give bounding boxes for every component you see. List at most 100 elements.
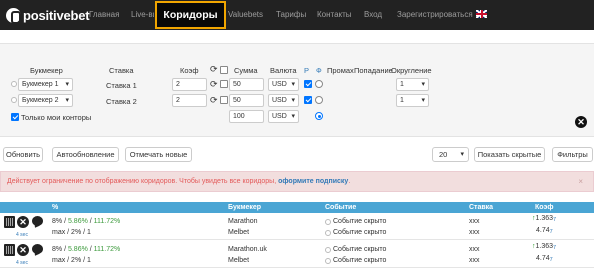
bookmaker-1-select[interactable]: Букмекер 1 ▾ (18, 78, 73, 91)
p-1-checkbox[interactable] (304, 80, 312, 88)
refresh-button[interactable]: Обновить (3, 147, 43, 162)
coef-1-cell[interactable]: ↑1.3637 (532, 242, 556, 253)
calculator-icon[interactable] (4, 244, 15, 256)
phi-total-radio[interactable] (315, 112, 323, 120)
header-bet: Ставка (109, 66, 134, 75)
close-calculator-icon[interactable]: ✕ (575, 116, 587, 128)
hide-icon[interactable]: ✕ (17, 244, 29, 256)
col-bet[interactable]: Ставка (469, 202, 493, 213)
header-hit: Попадание (354, 66, 393, 75)
coef-2-input[interactable]: 2 (172, 94, 207, 107)
nav-home[interactable]: Главная (89, 0, 119, 30)
comment-icon[interactable] (32, 216, 43, 226)
bookmaker-2-cell[interactable]: Melbet (228, 256, 249, 265)
nav-login[interactable]: Вход (364, 0, 382, 30)
sync-coef-icon[interactable]: ⟳ (210, 65, 218, 74)
bookmaker-1-cell[interactable]: Marathon (228, 217, 258, 226)
coef-2-cell[interactable]: 4.747 (536, 254, 553, 265)
close-alert-icon[interactable]: × (578, 172, 583, 191)
alert-tail: . (348, 178, 351, 185)
nav-corridors-active[interactable]: Коридоры (155, 1, 226, 29)
currency-1-select[interactable]: USD ▾ (268, 78, 299, 91)
phi-1-radio[interactable] (315, 80, 323, 88)
bookmaker-2-select[interactable]: Букмекер 2 ▾ (18, 94, 73, 107)
header-phi: Ф (316, 66, 322, 75)
alert-text: Действует ограничение по отображению кор… (7, 178, 277, 185)
bet-2-label: Ставка 2 (106, 97, 137, 106)
filters-button[interactable]: Фильтры (552, 147, 593, 162)
coef-2-cell[interactable]: 4.747 (536, 226, 553, 237)
rounding-2-select[interactable]: 1 ▾ (396, 94, 429, 107)
event-1-cell: Событие скрыто (333, 246, 387, 253)
age-label: 4 sec (16, 260, 28, 266)
phi-2-radio[interactable] (315, 96, 323, 104)
col-percent[interactable]: % (52, 202, 58, 213)
mark-new-button[interactable]: Отмечать новые (125, 147, 192, 162)
age-label: 4 sec (16, 232, 28, 238)
params-cell: max / 2% / 1 (52, 229, 91, 236)
event-2-radio[interactable] (325, 230, 331, 236)
bet-1-label: Ставка 1 (106, 81, 137, 90)
fix-coef-2-checkbox[interactable] (220, 96, 228, 104)
params-cell: max / 2% / 1 (52, 257, 91, 264)
header-p: P (304, 66, 310, 75)
nav-live-forks[interactable]: Live-вилки (131, 0, 154, 30)
calculator-icon[interactable] (4, 216, 15, 228)
nav-contacts[interactable]: Контакты (317, 0, 352, 30)
p-2-checkbox[interactable] (304, 96, 312, 104)
sum-1-input[interactable]: 50 (229, 78, 264, 91)
header-bookmaker: Букмекер (30, 66, 63, 75)
bet-2-cell: xxx (469, 229, 480, 236)
logo-icon (6, 7, 21, 24)
table-row[interactable]: ✕ 4 sec 8% / 5.86% / 111.72% max / 2% / … (0, 241, 594, 268)
bookmaker-2-cell[interactable]: Melbet (228, 228, 249, 237)
subscribe-link[interactable]: оформите подписку (278, 178, 348, 185)
only-mine-checkbox[interactable] (11, 113, 19, 121)
hide-icon[interactable]: ✕ (17, 216, 29, 228)
sum-2-input[interactable]: 50 (229, 94, 264, 107)
english-flag-icon[interactable] (476, 10, 487, 18)
total-currency-select[interactable]: USD ▾ (268, 110, 299, 123)
event-1-radio[interactable] (325, 247, 331, 253)
header-rounding: Округление (391, 66, 432, 75)
nav-register[interactable]: Зарегистрироваться (397, 0, 473, 30)
col-event[interactable]: Событие (325, 202, 356, 213)
header-coef: Коэф (180, 66, 199, 75)
nav-valuebets[interactable]: Valuebets (228, 0, 263, 30)
comment-icon[interactable] (32, 244, 43, 254)
autorefresh-button[interactable]: Автообновление (52, 147, 119, 162)
sync-coef-2-icon[interactable]: ⟳ (210, 96, 218, 105)
bet-1-cell: xxx (469, 218, 480, 225)
bookmaker-1-radio[interactable] (11, 81, 17, 87)
subscription-alert: Действует ограничение по отображению кор… (0, 171, 594, 192)
fix-coef-checkbox[interactable] (220, 66, 228, 74)
header-sum: Сумма (234, 66, 258, 75)
coef-1-cell[interactable]: ↑1.3637 (532, 214, 556, 225)
col-bookmaker[interactable]: Букмекер (228, 202, 261, 213)
page-size-select[interactable]: 20 ▾ (432, 147, 469, 162)
header-currency: Валюта (270, 66, 297, 75)
event-2-radio[interactable] (325, 258, 331, 264)
percent-cell: 8% / 5.86% / 111.72% (52, 246, 121, 253)
event-1-radio[interactable] (325, 219, 331, 225)
fix-coef-1-checkbox[interactable] (220, 80, 228, 88)
sync-coef-1-icon[interactable]: ⟳ (210, 80, 218, 89)
show-hidden-button[interactable]: Показать скрытые (474, 147, 545, 162)
currency-2-select[interactable]: USD ▾ (268, 94, 299, 107)
site-logo[interactable]: positivebet (6, 7, 90, 24)
corridors-table-header: % Букмекер Событие Ставка Коэф (0, 202, 594, 213)
col-coef[interactable]: Коэф (535, 202, 553, 213)
table-row[interactable]: ✕ 4 sec 8% / 5.86% / 111.72% max / 2% / … (0, 213, 594, 240)
bookmaker-2-radio[interactable] (11, 97, 17, 103)
event-1-cell: Событие скрыто (333, 218, 387, 225)
only-mine-label[interactable]: Только мои конторы (21, 113, 91, 122)
logo-text: positivebet (23, 7, 90, 23)
total-sum-input[interactable]: 100 (229, 110, 264, 123)
bet-2-cell: xxx (469, 257, 480, 264)
event-2-cell: Событие скрыто (333, 257, 387, 264)
coef-1-input[interactable]: 2 (172, 78, 207, 91)
top-navbar: positivebet Главная Live-вилки Коридоры … (0, 0, 594, 30)
bookmaker-1-cell[interactable]: Marathon.uk (228, 245, 267, 254)
nav-tariffs[interactable]: Тарифы (276, 0, 306, 30)
rounding-1-select[interactable]: 1 ▾ (396, 78, 429, 91)
